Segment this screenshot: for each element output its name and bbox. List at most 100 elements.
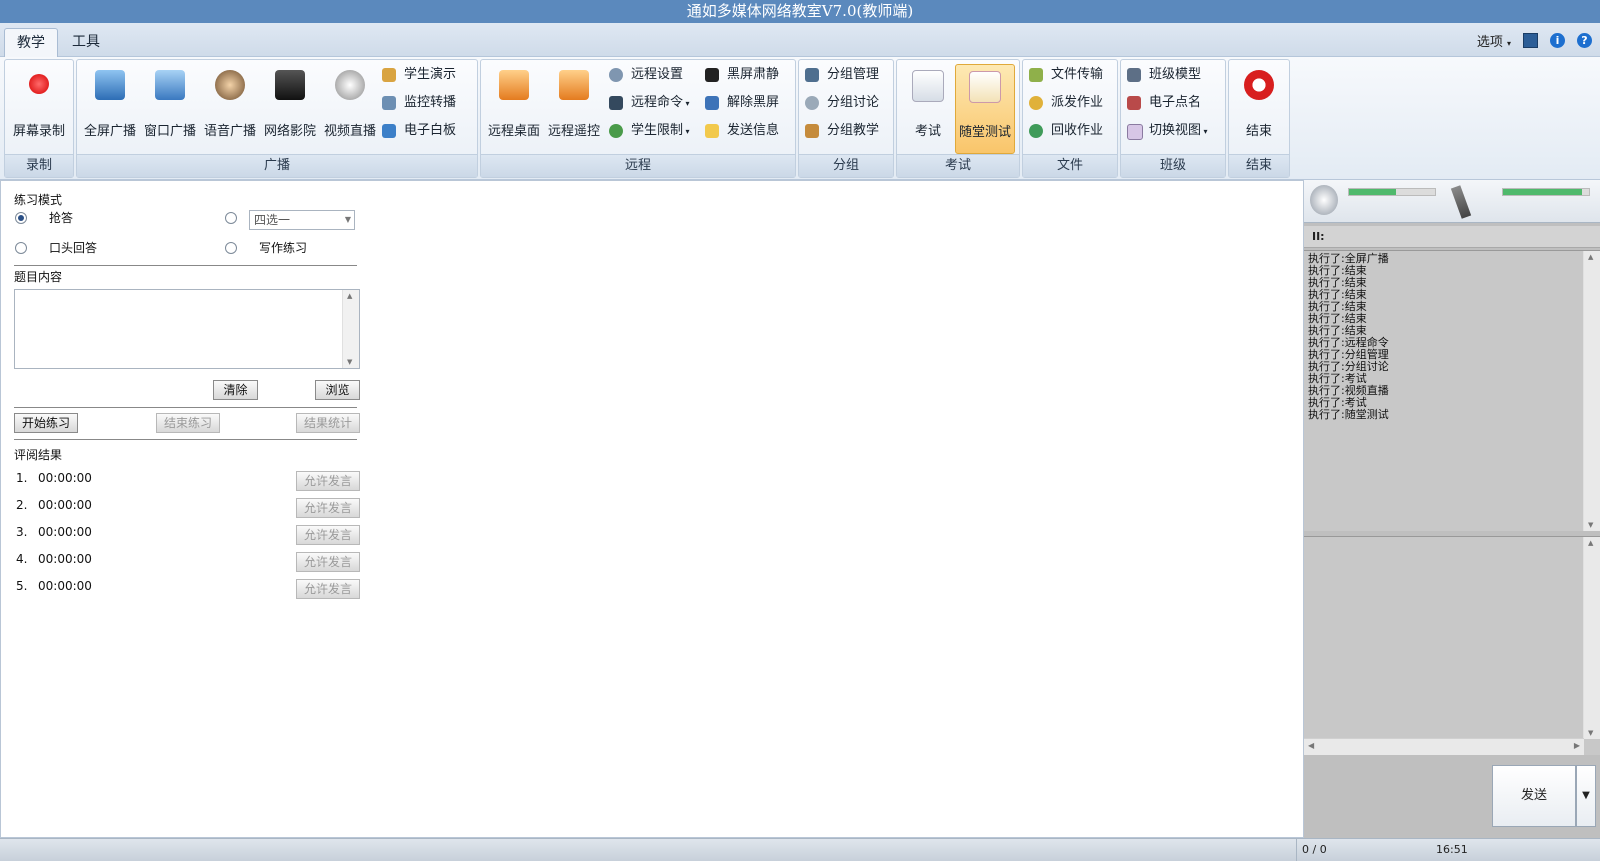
remote-settings-label: 远程设置 xyxy=(631,67,684,82)
collect-homework-button[interactable]: 回收作业 xyxy=(1029,120,1103,142)
student-demo-label: 学生演示 xyxy=(404,67,457,82)
group-discuss-button[interactable]: 分组讨论 xyxy=(805,92,879,114)
switch-view-button[interactable]: 切换视图 ▾ xyxy=(1127,120,1208,142)
radio-quick-answer[interactable] xyxy=(15,212,27,224)
scroll-down-icon[interactable]: ▼ xyxy=(1588,729,1593,737)
allow-speak-button[interactable]: 允许发言 xyxy=(296,471,360,491)
result-stats-button[interactable]: 结果统计 xyxy=(296,413,360,433)
scrollbar[interactable]: ▲ ▼ xyxy=(1583,537,1600,739)
start-practice-button[interactable]: 开始练习 xyxy=(14,413,78,433)
quiz-button[interactable]: 随堂测试 xyxy=(955,64,1015,154)
result-index: 1. xyxy=(16,471,28,485)
stop-practice-button[interactable]: 结束练习 xyxy=(156,413,220,433)
clear-button[interactable]: 清除 xyxy=(213,380,258,400)
tab-tools[interactable]: 工具 xyxy=(60,28,112,56)
scroll-up-icon[interactable]: ▲ xyxy=(1588,253,1593,261)
voice-broadcast-button[interactable]: 语音广播 xyxy=(201,64,259,152)
send-button[interactable]: 发送 xyxy=(1492,765,1576,827)
radio-oral-answer[interactable] xyxy=(15,242,27,254)
remote-command-button[interactable]: 远程命令 ▾ xyxy=(609,92,690,114)
remote-control-button[interactable]: 远程遥控 xyxy=(545,64,603,152)
side-panel: II: 执行了:全屏广播 执行了:结束 执行了:结束 执行了:结束 执行了:结束 执行了:… xyxy=(1304,180,1600,838)
speaker-icon[interactable] xyxy=(1310,185,1338,215)
group-label-remote: 远程 xyxy=(481,154,795,177)
options-menu[interactable]: 选项 ▾ xyxy=(1477,31,1511,50)
group-record: 屏幕录制 录制 xyxy=(4,59,74,178)
scroll-up-icon[interactable]: ▲ xyxy=(1588,539,1593,547)
message-input-area[interactable]: ▲ ▼ ◀ ▶ xyxy=(1304,536,1600,755)
speaker-volume-fill xyxy=(1349,189,1397,195)
choice-type-select[interactable]: 四选一 ▼ xyxy=(249,210,355,230)
distribute-homework-button[interactable]: 派发作业 xyxy=(1029,92,1103,114)
whiteboard-button[interactable]: 电子白板 xyxy=(382,120,456,142)
options-label: 选项 xyxy=(1476,34,1503,50)
remote-control-label: 远程遥控 xyxy=(547,124,600,139)
network-cinema-button[interactable]: 网络影院 xyxy=(261,64,319,152)
send-options-button[interactable]: ▼ xyxy=(1576,765,1596,827)
allow-speak-button[interactable]: 允许发言 xyxy=(296,552,360,572)
info-icon[interactable]: i xyxy=(1550,32,1565,48)
help-icon[interactable]: ? xyxy=(1577,32,1592,48)
choice-type-value: 四选一 xyxy=(254,213,291,227)
tab-teaching[interactable]: 教学 xyxy=(4,28,58,57)
group-teach-label: 分组教学 xyxy=(827,123,880,138)
clock: 16:51 xyxy=(1436,843,1468,856)
class-model-button[interactable]: 班级模型 xyxy=(1127,64,1201,86)
window-broadcast-button[interactable]: 窗口广播 xyxy=(141,64,199,152)
screen-record-label: 屏幕录制 xyxy=(12,124,65,139)
class-model-label: 班级模型 xyxy=(1149,67,1202,82)
scroll-down-icon[interactable]: ▼ xyxy=(1588,521,1593,529)
allow-speak-button[interactable]: 允许发言 xyxy=(296,525,360,545)
screen-icon xyxy=(705,96,719,110)
result-index: 3. xyxy=(16,525,28,539)
result-time: 00:00:00 xyxy=(38,471,92,485)
result-time: 00:00:00 xyxy=(38,525,92,539)
audio-bar xyxy=(1304,180,1600,223)
question-content-textarea[interactable]: ▲ ▼ xyxy=(14,289,360,369)
scroll-down-icon[interactable]: ▼ xyxy=(347,358,352,366)
stop-icon xyxy=(1244,70,1274,100)
video-live-button[interactable]: 视频直播 xyxy=(321,64,379,152)
scroll-left-icon[interactable]: ◀ xyxy=(1308,741,1314,750)
full-screen-broadcast-button[interactable]: 全屏广播 xyxy=(81,64,139,152)
group-manage-label: 分组管理 xyxy=(827,67,880,82)
horizontal-scrollbar[interactable]: ◀ ▶ xyxy=(1304,738,1584,755)
skin-icon[interactable] xyxy=(1523,32,1538,48)
remote-settings-button[interactable]: 远程设置 xyxy=(609,64,683,86)
file-transfer-button[interactable]: 文件传输 xyxy=(1029,64,1103,86)
student-demo-button[interactable]: 学生演示 xyxy=(382,64,456,86)
send-info-button[interactable]: 发送信息 xyxy=(705,120,779,142)
group-teach-button[interactable]: 分组教学 xyxy=(805,120,879,142)
ribbon: 屏幕录制 录制 全屏广播 窗口广播 语音广播 网络影院 视频直播 学生演示 监控… xyxy=(0,57,1600,180)
group-exam: 考试 随堂测试 考试 xyxy=(896,59,1020,178)
rollcall-button[interactable]: 电子点名 xyxy=(1127,92,1201,114)
whiteboard-label: 电子白板 xyxy=(404,123,457,138)
exam-button[interactable]: 考试 xyxy=(899,64,957,152)
demo-icon xyxy=(382,68,396,82)
microphone-icon[interactable] xyxy=(1450,185,1472,219)
end-button[interactable]: 结束 xyxy=(1230,64,1288,152)
group-class: 班级模型 电子点名 切换视图 ▾ 班级 xyxy=(1120,59,1226,178)
log-area[interactable]: 执行了:全屏广播 执行了:结束 执行了:结束 执行了:结束 执行了:结束 执行了:结束 执行… xyxy=(1304,250,1600,531)
speaker-volume-bar[interactable] xyxy=(1348,188,1436,196)
scrollbar[interactable]: ▲ ▼ xyxy=(1583,251,1600,531)
scroll-right-icon[interactable]: ▶ xyxy=(1574,741,1580,750)
radio-writing-practice[interactable] xyxy=(225,242,237,254)
unblack-screen-button[interactable]: 解除黑屏 xyxy=(705,92,779,114)
scroll-up-icon[interactable]: ▲ xyxy=(347,292,352,300)
group-discuss-label: 分组讨论 xyxy=(827,95,880,110)
question-content-label: 题目内容 xyxy=(14,270,63,284)
remote-desktop-button[interactable]: 远程桌面 xyxy=(485,64,543,152)
black-screen-button[interactable]: 黑屏肃静 xyxy=(705,64,779,86)
group-manage-button[interactable]: 分组管理 xyxy=(805,64,879,86)
mic-volume-bar[interactable] xyxy=(1502,188,1590,196)
screen-record-button[interactable]: 屏幕录制 xyxy=(10,64,68,152)
monitor-relay-button[interactable]: 监控转播 xyxy=(382,92,456,114)
relay-icon xyxy=(382,96,396,110)
scrollbar[interactable]: ▲ ▼ xyxy=(342,290,359,368)
student-limit-button[interactable]: 学生限制 ▾ xyxy=(609,120,690,142)
radio-multiple-choice[interactable] xyxy=(225,212,237,224)
browse-button[interactable]: 浏览 xyxy=(315,380,360,400)
allow-speak-button[interactable]: 允许发言 xyxy=(296,579,360,599)
allow-speak-button[interactable]: 允许发言 xyxy=(296,498,360,518)
